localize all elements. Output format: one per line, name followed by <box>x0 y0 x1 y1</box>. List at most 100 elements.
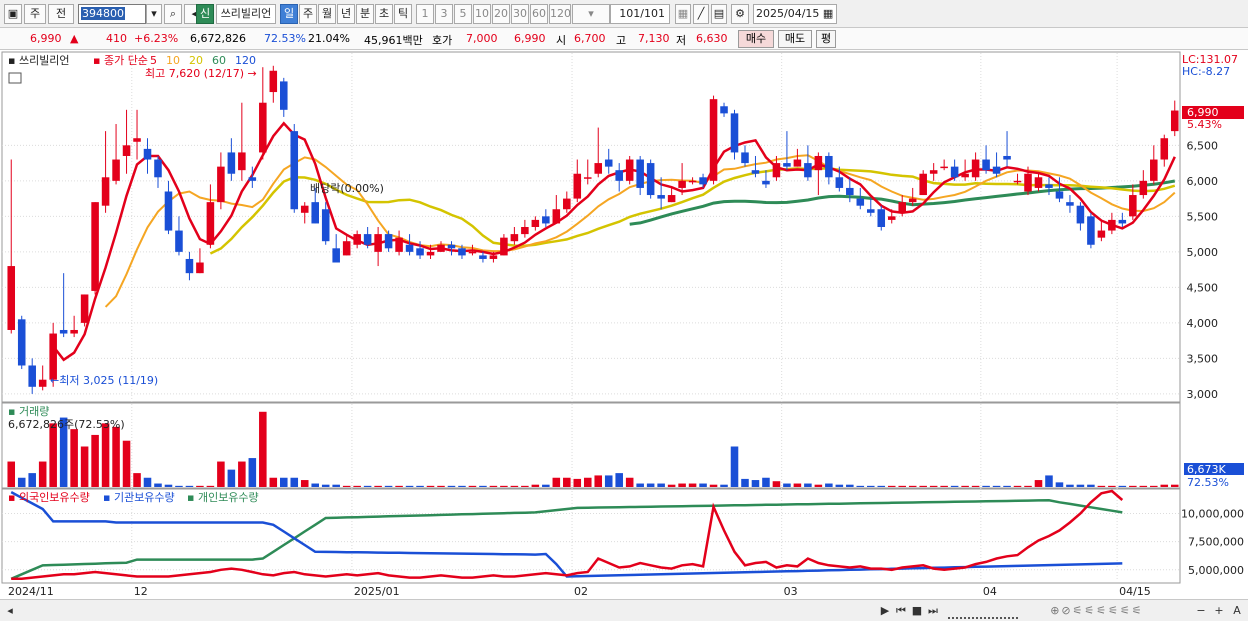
tick-button[interactable]: 120 <box>549 4 571 24</box>
stock-name[interactable]: 쓰리빌리언 <box>216 4 276 24</box>
candle-body <box>1150 159 1158 181</box>
candle-body <box>929 170 938 174</box>
sell-button[interactable]: 매도 <box>778 30 812 48</box>
candle-body <box>1024 173 1032 192</box>
price-tick-label: 4,500 <box>1187 281 1219 294</box>
forward-button[interactable]: ⏭ <box>926 603 940 619</box>
zoom-in-button[interactable]: + <box>1212 603 1226 619</box>
tick-button[interactable]: 60 <box>530 4 548 24</box>
auto-fit-button[interactable]: A <box>1230 603 1244 619</box>
volume-bar <box>1118 485 1127 487</box>
average-button[interactable]: 평 <box>816 30 836 48</box>
period-button[interactable]: 일 <box>280 4 298 24</box>
volume-bar <box>363 485 372 487</box>
scroll-left-icon[interactable]: ◂ <box>4 603 16 619</box>
tick-button[interactable]: 10 <box>473 4 491 24</box>
period-button[interactable]: 월 <box>318 4 336 24</box>
tick-button[interactable]: 5 <box>454 4 472 24</box>
candle-body <box>521 227 529 235</box>
volume-bar <box>437 485 445 487</box>
volume-bar <box>950 485 959 487</box>
save-icon[interactable]: ▤ <box>711 4 727 24</box>
candle-body <box>531 219 540 227</box>
holdings-legend-item: ▪ 기관보유수량 <box>103 491 175 504</box>
candle-body <box>825 155 833 178</box>
volume-bar <box>353 485 361 487</box>
stop-button[interactable]: ■ <box>910 603 924 619</box>
candle-body <box>542 216 550 224</box>
candle-body <box>133 138 141 142</box>
draw-line-icon[interactable]: ╱ <box>693 4 709 24</box>
volume-bar <box>101 423 110 487</box>
search-icon[interactable]: ⌕ <box>164 4 182 24</box>
volume-bar <box>657 483 665 487</box>
candle-body <box>321 209 330 242</box>
candle-body <box>709 99 718 181</box>
candle-body <box>1118 219 1127 224</box>
stock-code-input[interactable]: 394800 <box>78 4 146 24</box>
tick-button[interactable]: 3 <box>435 4 453 24</box>
volume-bar <box>384 485 393 487</box>
candle-body <box>342 241 351 256</box>
volume-bar <box>730 446 739 487</box>
period-button[interactable]: 년 <box>337 4 355 24</box>
candle-body <box>741 152 749 164</box>
candle-body <box>405 244 414 252</box>
volume-bar <box>500 485 508 487</box>
volume-bar <box>772 481 781 487</box>
volume-bar <box>646 483 655 487</box>
stock-chart[interactable]: 6,500 6,000 5,500 5,000 4,500 4,000 3,500 3,000… <box>0 51 1248 599</box>
period-button[interactable]: 주 <box>299 4 317 24</box>
volume-bar <box>479 485 487 487</box>
candle-body <box>269 70 278 93</box>
settings-icon[interactable]: ⚙ <box>731 4 749 24</box>
volume-bar <box>908 485 917 487</box>
rewind-button[interactable]: ⏮ <box>894 603 908 619</box>
bid-label: 호가 <box>432 34 453 47</box>
volume-bar <box>1108 485 1116 487</box>
volume-info: 6,672,826주(72.53%) <box>8 418 125 431</box>
volume-bar <box>332 484 340 487</box>
volume-bar <box>28 473 36 487</box>
tool-icons[interactable]: ⊕⊘⚟⚟⚟⚟⚟⚟ <box>1022 603 1172 619</box>
candle-body <box>70 329 78 334</box>
window-icon[interactable]: ▣ <box>4 4 22 24</box>
period-button[interactable]: 분 <box>356 4 374 24</box>
calendar-icon[interactable]: ▦ <box>823 7 833 20</box>
tick-button[interactable]: 1 <box>416 4 434 24</box>
tick-button[interactable]: 20 <box>492 4 510 24</box>
volume-bar <box>856 485 865 487</box>
volume-bar <box>940 485 948 487</box>
zoom-out-button[interactable]: − <box>1194 603 1208 619</box>
trade-amount: 45,961백만 <box>364 34 423 47</box>
volume-bar <box>300 480 309 487</box>
zoom-slider[interactable] <box>948 603 1018 619</box>
code-dropdown-icon[interactable]: ▾ <box>146 4 162 24</box>
scope-select[interactable]: 전 <box>48 4 74 24</box>
interval-select[interactable]: ▾ <box>572 4 610 24</box>
bid-price-2: 6,990 <box>514 32 546 45</box>
tick-button[interactable]: 30 <box>511 4 529 24</box>
candle-body <box>846 187 854 196</box>
bar-count[interactable]: 101/101 <box>610 4 670 24</box>
buy-button[interactable]: 매수 <box>738 30 774 48</box>
volume-bar <box>1129 485 1137 487</box>
candle-body <box>227 152 236 174</box>
market-select[interactable]: 주 <box>24 4 46 24</box>
volume-bar <box>709 484 718 487</box>
candle-body <box>1076 205 1085 224</box>
grid-icon[interactable]: ▦ <box>675 4 691 24</box>
period-button[interactable]: 초 <box>375 4 393 24</box>
chart-window: ▣ 주 전 394800 ▾ ⌕ ◂▸ 신 쓰리빌리언 일주월년분초틱 1351… <box>0 0 1248 621</box>
candle-body <box>573 173 582 199</box>
volume-bar <box>395 485 403 487</box>
volume-bar <box>929 485 938 487</box>
candle-body <box>206 202 215 245</box>
date-input[interactable]: 2025/04/15 ▦ <box>753 4 837 24</box>
period-button[interactable]: 틱 <box>394 4 412 24</box>
volume-bar <box>248 458 257 487</box>
candle-body <box>447 244 456 249</box>
volume-bar <box>1055 482 1064 487</box>
play-button[interactable]: ▶ <box>878 603 892 619</box>
volume-bar <box>154 483 162 487</box>
